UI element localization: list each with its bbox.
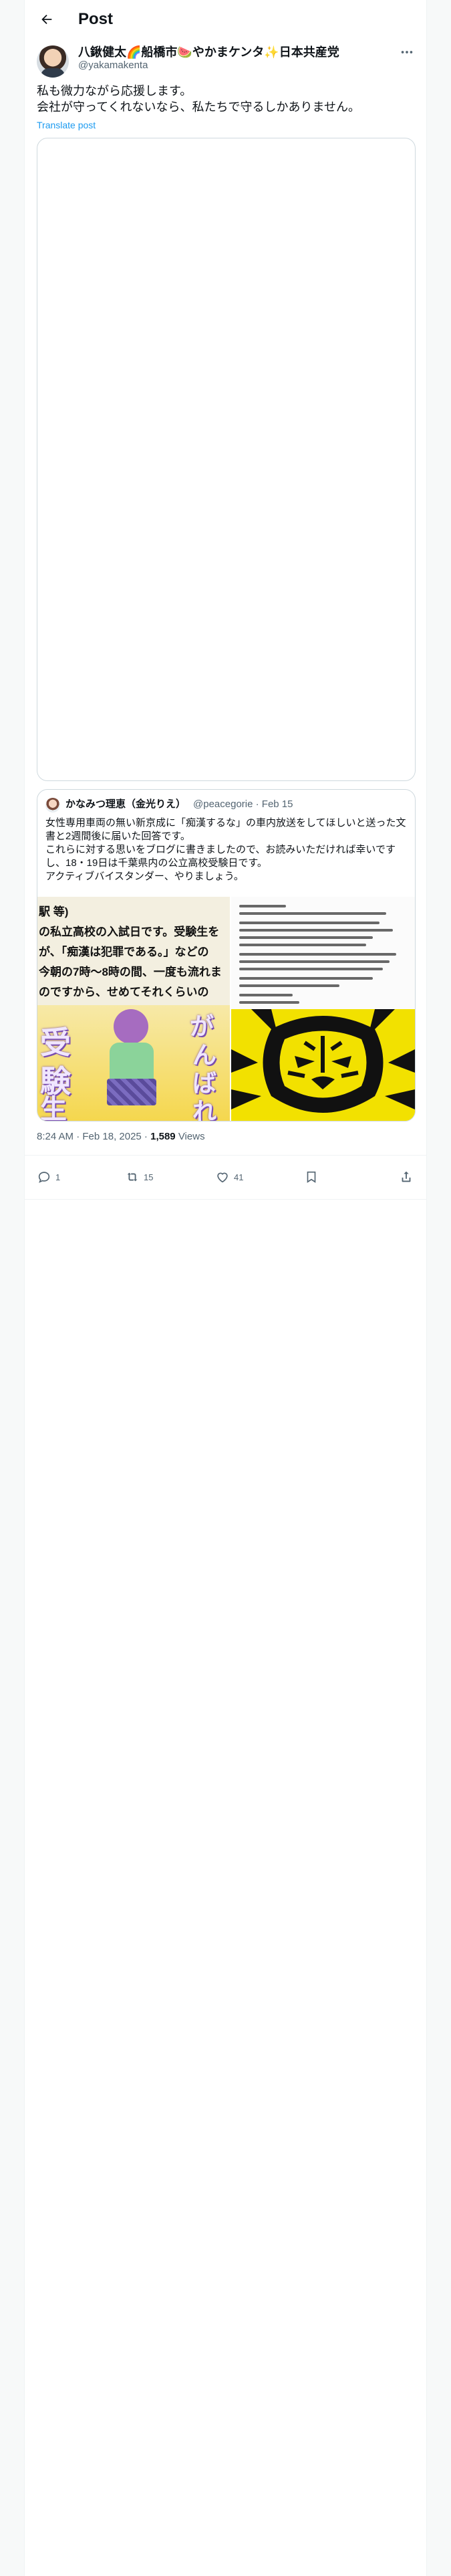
- left-gutter: [0, 0, 25, 2576]
- like-count: 41: [234, 1172, 244, 1182]
- quote-line: し、18・19日は千葉県内の公立高校受験日です。: [45, 857, 267, 869]
- tweet-line: 私も微力ながら応援します。: [37, 84, 192, 98]
- bookmark-icon: [307, 1171, 316, 1183]
- page-title: Post: [78, 10, 114, 28]
- quote-line: 女性専用車両の無い新京成に「痴漢するな」の車内放送をしてほしいと送った文: [45, 817, 406, 829]
- quote-author-name: かなみつ理恵（金光りえ）: [65, 798, 186, 810]
- poster-banner-char: れ: [192, 1097, 217, 1121]
- avatar[interactable]: [37, 45, 69, 78]
- share-icon: [402, 1171, 411, 1182]
- translate-post-link[interactable]: Translate post: [37, 119, 96, 131]
- quote-line: これらに対する思いをブログに書きましたので、お読みいただければ幸いです: [45, 844, 396, 855]
- tiger-illustration: [231, 1009, 415, 1121]
- divider: [25, 1155, 426, 1156]
- author-handle[interactable]: @yakamakenta: [78, 59, 148, 72]
- post-timestamp[interactable]: 8:24 AM · Feb 18, 2025 ·: [37, 1131, 150, 1142]
- quote-image-document[interactable]: [231, 897, 415, 1121]
- poster-line: 今朝の7時〜8時の間、一度も流れま: [39, 966, 222, 978]
- poster-kanji: 受: [40, 1025, 71, 1060]
- quote-line: アクティブバイスタンダー、やりましょう。: [45, 871, 244, 882]
- views-count: 1,589: [150, 1131, 176, 1142]
- divider: [25, 1199, 426, 1200]
- tweet-line: 会社が守ってくれないなら、私たちで守るしかありません。: [37, 100, 361, 114]
- more-options-button[interactable]: [397, 44, 417, 60]
- tweet-text: 私も微力ながら応援します。 会社が守ってくれないなら、私たちで守るしかありません…: [37, 83, 414, 115]
- heart-icon: [217, 1172, 228, 1183]
- document-scan: [231, 897, 415, 1009]
- quote-line: 書と2週間後に届いた回答です。: [45, 831, 190, 842]
- reply-count: 1: [55, 1172, 61, 1182]
- action-bar: 1 15 41: [25, 1160, 426, 1195]
- arrow-left-icon: [41, 14, 52, 25]
- media-image[interactable]: [37, 138, 416, 781]
- more-icon: [401, 51, 413, 53]
- poster-line: の私立高校の入試日です。受験生を: [39, 926, 220, 938]
- quote-image-poster[interactable]: 駅 等) の私立高校の入試日です。受験生を が、「痴漢は犯罪である。」などの 今…: [37, 897, 230, 1121]
- quote-avatar: [45, 798, 60, 813]
- right-gutter: [426, 0, 451, 2576]
- poster-line: のですから、せめてそれくらいの: [39, 986, 209, 998]
- quoted-post[interactable]: かなみつ理恵（金光りえ） @peacegorie · Feb 15 女性専用車両…: [37, 789, 416, 1121]
- top-bar: Post: [25, 0, 426, 39]
- repost-icon: [127, 1172, 138, 1182]
- poster-kanji: 生: [40, 1095, 67, 1121]
- quote-text: 女性専用車両の無い新京成に「痴漢するな」の車内放送をしてほしいと送った文 書と2…: [45, 817, 407, 883]
- reply-button[interactable]: 1: [37, 1170, 60, 1184]
- share-button[interactable]: [399, 1170, 414, 1184]
- views-label: Views: [175, 1131, 205, 1142]
- bookmark-button[interactable]: [304, 1170, 319, 1184]
- reply-icon: [38, 1172, 50, 1183]
- post-meta: 8:24 AM · Feb 18, 2025 · 1,589 Views: [37, 1130, 205, 1144]
- repost-count: 15: [144, 1172, 154, 1182]
- like-button[interactable]: 41: [215, 1170, 243, 1184]
- back-button[interactable]: [37, 9, 57, 29]
- poster-line: 駅 等): [39, 905, 69, 918]
- girl-illustration: [95, 1009, 168, 1116]
- poster-line: が、「痴漢は犯罪である。」などの: [39, 946, 209, 958]
- repost-button[interactable]: 15: [125, 1170, 153, 1184]
- author-name[interactable]: 八鍬健太🌈船橋市🍉やかまケンタ✨日本共産党: [78, 44, 339, 60]
- quote-meta: @peacegorie · Feb 15: [193, 798, 293, 810]
- post-column: Post 八鍬健太🌈船橋市🍉やかまケンタ✨日本共産党 @yakamakenta …: [25, 0, 426, 2576]
